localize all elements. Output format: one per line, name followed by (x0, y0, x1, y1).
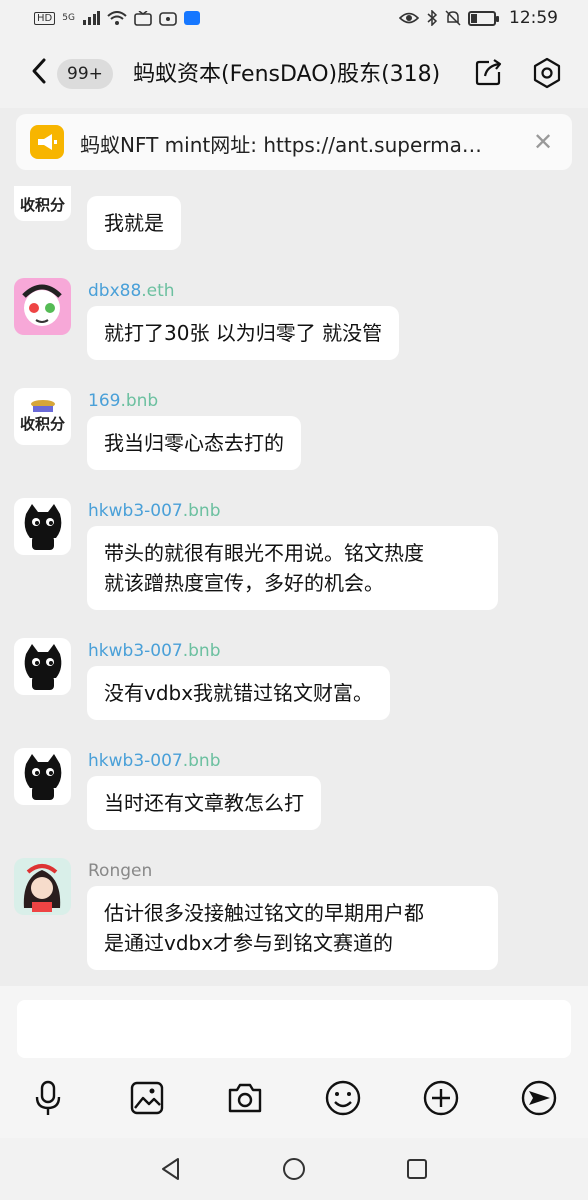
avatar[interactable] (14, 278, 71, 335)
sender-suffix: .bnb (182, 501, 221, 521)
sender-suffix: .bnb (182, 751, 221, 771)
close-icon[interactable]: ✕ (528, 127, 558, 157)
sender-name[interactable]: 169.bnb (88, 391, 158, 411)
clock: 12:59 (509, 8, 558, 28)
image-icon[interactable] (127, 1078, 167, 1118)
app-notification-icon (183, 11, 200, 25)
avatar[interactable]: 收积分 (14, 388, 71, 445)
message-text: 当时还有文章教怎么打 (104, 791, 304, 815)
game-icon (159, 11, 177, 26)
message-text: 没有vdbx我就错过铭文财富。 (104, 681, 374, 705)
message-bubble[interactable]: 我当归零心态去打的 (87, 416, 301, 470)
wifi-icon (107, 10, 127, 25)
anime-girl-avatar-icon (23, 864, 61, 912)
mute-bell-icon (445, 10, 461, 26)
message-text-line: 估计很多没接触过铭文的早期用户都 (104, 901, 424, 925)
message-text: 就打了30张 以为归零了 就没管 (104, 321, 383, 345)
avatar[interactable] (14, 858, 71, 915)
sender-suffix: .eth (141, 281, 175, 301)
message-bubble[interactable]: 没有vdbx我就错过铭文财富。 (87, 666, 391, 720)
message-bubble[interactable]: 当时还有文章教怎么打 (87, 776, 321, 830)
sender-suffix: .bnb (120, 391, 159, 411)
sender-handle: dbx88 (88, 281, 142, 301)
back-arrow-icon[interactable] (26, 56, 54, 86)
message-bubble[interactable]: 带头的就很有眼光不用说。铭文热度 就该蹭热度宣传，多好的机会。 (87, 526, 498, 610)
battery-icon (468, 10, 499, 26)
send-icon[interactable] (519, 1078, 559, 1118)
announcement-banner[interactable]: 蚂蚁NFT mint网址: https://ant.superma… ✕ (16, 114, 572, 170)
avatar[interactable] (14, 748, 71, 805)
message-text-line: 带头的就很有眼光不用说。铭文热度 (104, 541, 424, 565)
share-icon[interactable] (475, 58, 503, 86)
sender-handle: hkwb3-007 (88, 641, 183, 661)
eye-icon (399, 12, 419, 24)
signal-icon (82, 11, 100, 25)
black-cat-icon (24, 644, 62, 690)
plus-icon[interactable] (421, 1078, 461, 1118)
message-text: 我当归零心态去打的 (104, 431, 284, 455)
sender-handle: hkwb3-007 (88, 501, 183, 521)
system-nav-bar (0, 1138, 588, 1200)
sender-name[interactable]: hkwb3-007.bnb (88, 751, 220, 771)
message-input[interactable] (17, 1000, 571, 1058)
bluetooth-icon (427, 10, 438, 26)
sender-suffix: .bnb (182, 641, 221, 661)
nav-recents-icon[interactable] (404, 1156, 430, 1182)
group-title: 蚂蚁资本(FensDAO)股东(318) (133, 62, 441, 87)
avatar-label: 收积分 (19, 415, 65, 433)
message-bubble[interactable]: 我就是 (87, 196, 181, 250)
sender-handle: hkwb3-007 (88, 751, 183, 771)
avatar[interactable] (14, 638, 71, 695)
sender-name[interactable]: dbx88.eth (88, 281, 175, 301)
message-text: 我就是 (104, 211, 164, 235)
black-cat-icon (24, 504, 62, 550)
megaphone-icon (30, 125, 64, 159)
sender-name[interactable]: Rongen (88, 861, 152, 881)
composer (0, 986, 588, 1138)
black-cat-icon (24, 754, 62, 800)
message-list[interactable]: 收积分 我就是 dbx88.eth 就打了30张 以为归零了 就没管 收积分 1… (0, 186, 588, 986)
message-text-line: 是通过vdbx才参与到铭文赛道的 (104, 931, 394, 955)
sender-handle: 169 (88, 391, 121, 411)
message-bubble[interactable]: 就打了30张 以为归零了 就没管 (87, 306, 400, 360)
camera-icon[interactable] (225, 1078, 265, 1118)
settings-icon[interactable] (531, 57, 563, 89)
status-bar: HD 5G 12:59 (0, 0, 588, 36)
sender-name[interactable]: hkwb3-007.bnb (88, 501, 220, 521)
hd-indicator: HD (34, 11, 56, 25)
avatar[interactable] (14, 498, 71, 555)
avatar-label: 收积分 (19, 196, 65, 214)
message-text-line: 就该蹭热度宣传，多好的机会。 (104, 571, 384, 595)
emoji-icon[interactable] (323, 1078, 363, 1118)
nav-back-icon[interactable] (158, 1156, 184, 1182)
network-type: 5G (62, 13, 75, 23)
avatar[interactable]: 收积分 (14, 186, 71, 221)
sender-name[interactable]: hkwb3-007.bnb (88, 641, 220, 661)
unread-badge[interactable]: 99+ (57, 59, 113, 89)
mic-icon[interactable] (28, 1078, 68, 1118)
panda-avatar-icon (22, 284, 62, 326)
announcement-text: 蚂蚁NFT mint网址: https://ant.superma… (80, 133, 482, 157)
coin-stack-icon (30, 400, 55, 412)
message-bubble[interactable]: 估计很多没接触过铭文的早期用户都 是通过vdbx才参与到铭文赛道的 (87, 886, 498, 970)
tv-icon (134, 10, 152, 26)
chat-header: 99+ 蚂蚁资本(FensDAO)股东(318) (0, 36, 588, 108)
nav-home-icon[interactable] (281, 1156, 307, 1182)
